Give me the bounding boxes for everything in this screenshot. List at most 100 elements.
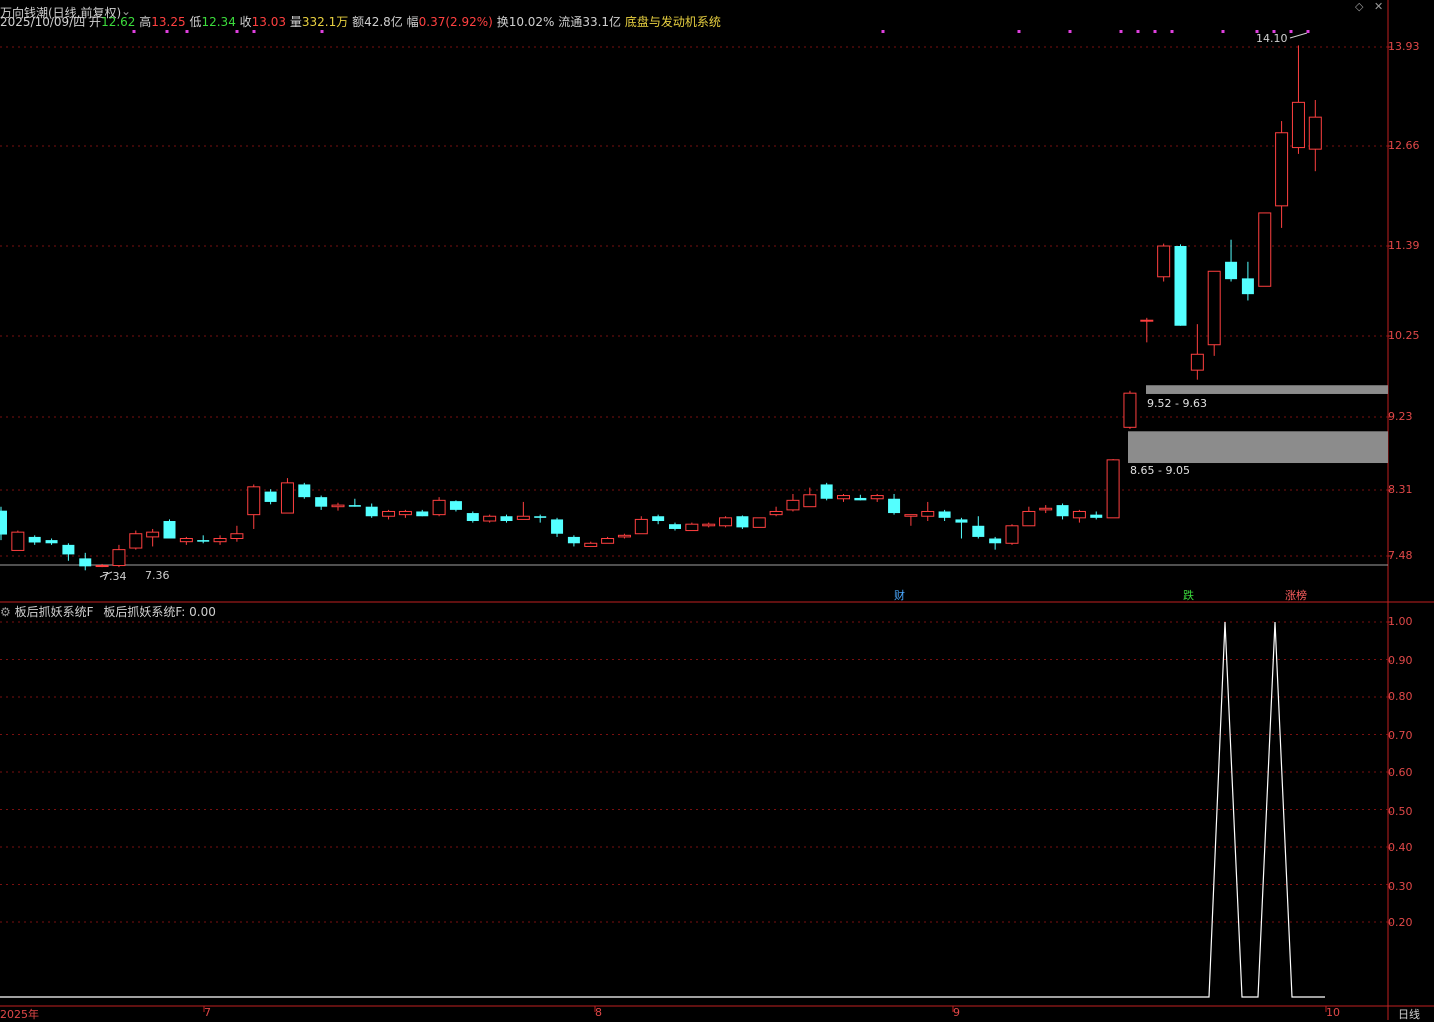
candle-body <box>634 518 648 535</box>
candle-body <box>752 517 766 528</box>
candle[interactable] <box>79 552 92 571</box>
candle[interactable] <box>1056 503 1069 520</box>
candle[interactable] <box>652 514 665 525</box>
candle[interactable] <box>617 533 631 539</box>
candle[interactable] <box>1241 261 1254 301</box>
candle[interactable] <box>888 493 901 515</box>
turnover-label: 换 <box>496 15 509 29</box>
candle[interactable] <box>1022 506 1036 527</box>
candle[interactable] <box>213 535 227 545</box>
candle[interactable] <box>112 544 126 568</box>
candle[interactable] <box>820 482 833 501</box>
candle[interactable] <box>1258 212 1272 287</box>
candle[interactable] <box>348 498 361 507</box>
candle[interactable] <box>1072 509 1086 523</box>
candle[interactable] <box>163 519 176 539</box>
candle[interactable] <box>1225 239 1238 282</box>
candle[interactable] <box>516 501 530 520</box>
candle[interactable] <box>1106 459 1120 519</box>
candle[interactable] <box>382 509 396 520</box>
candle[interactable] <box>1123 390 1137 429</box>
candle[interactable] <box>989 536 1002 550</box>
candle[interactable] <box>264 489 277 505</box>
candle[interactable] <box>247 484 261 529</box>
candle[interactable] <box>449 500 462 512</box>
candle[interactable] <box>483 514 497 523</box>
candle[interactable] <box>769 506 783 517</box>
candle[interactable] <box>938 509 951 522</box>
signal-dot <box>1153 30 1157 33</box>
candle-body <box>1308 116 1322 150</box>
candle[interactable] <box>972 516 985 539</box>
candle[interactable] <box>280 478 294 514</box>
candle[interactable] <box>1140 317 1154 343</box>
candle[interactable] <box>1157 243 1171 282</box>
candle[interactable] <box>432 497 446 517</box>
candle[interactable] <box>129 530 143 550</box>
indicator-tick: 0.70 <box>1388 729 1413 742</box>
candle[interactable] <box>870 493 884 502</box>
candle[interactable] <box>634 516 648 535</box>
candle[interactable] <box>466 511 479 523</box>
candle[interactable] <box>1174 244 1187 326</box>
close-icon[interactable]: ✕ <box>1374 0 1383 13</box>
candle[interactable] <box>904 514 918 526</box>
candle[interactable] <box>28 535 41 545</box>
candle[interactable] <box>230 525 244 542</box>
candlestick-series[interactable] <box>0 32 1322 578</box>
candle[interactable] <box>500 514 513 523</box>
candle[interactable] <box>398 509 412 518</box>
candle[interactable] <box>146 528 160 547</box>
candle[interactable] <box>736 515 749 529</box>
candle[interactable] <box>669 522 681 531</box>
candle[interactable] <box>534 514 547 523</box>
candle[interactable] <box>1005 524 1019 545</box>
chart-canvas[interactable] <box>0 0 1434 1020</box>
candle[interactable] <box>601 536 615 544</box>
candle[interactable] <box>1308 100 1322 172</box>
candle[interactable] <box>584 541 598 547</box>
candle[interactable] <box>179 536 193 545</box>
event-mark-drop[interactable]: 跌 <box>1183 587 1194 603</box>
high-label: 高 <box>139 15 152 29</box>
candle[interactable] <box>331 502 345 511</box>
candle[interactable] <box>0 506 7 541</box>
candle[interactable] <box>1039 505 1053 514</box>
diamond-icon[interactable]: ◇ <box>1355 0 1363 13</box>
candle[interactable] <box>1090 511 1103 520</box>
candle[interactable] <box>702 522 716 528</box>
candle[interactable] <box>719 516 733 528</box>
candle-body <box>617 534 631 538</box>
low-value: 12.34 <box>201 15 236 29</box>
event-mark-finance[interactable]: 财 <box>894 587 905 603</box>
candle-body <box>1207 270 1221 346</box>
candle-body <box>955 519 968 523</box>
candle[interactable] <box>551 517 564 537</box>
candle[interactable] <box>45 538 58 545</box>
candle[interactable] <box>854 494 867 501</box>
event-mark-limit-list[interactable]: 涨榜 <box>1285 587 1307 603</box>
settings-icon[interactable]: ⚙ <box>0 605 11 619</box>
candle[interactable] <box>95 563 109 568</box>
candle[interactable] <box>1190 324 1204 380</box>
candle[interactable] <box>365 503 378 518</box>
candle[interactable] <box>298 482 311 499</box>
candle[interactable] <box>315 495 328 510</box>
candle[interactable] <box>786 493 800 512</box>
indicator-name[interactable]: 板后抓妖系统F <box>15 605 94 619</box>
candle[interactable] <box>197 535 210 544</box>
candle[interactable] <box>955 517 968 539</box>
candle[interactable] <box>921 501 935 522</box>
system-name[interactable]: 底盘与发动机系统 <box>625 15 721 29</box>
candle[interactable] <box>62 543 75 561</box>
candle[interactable] <box>1291 45 1305 154</box>
candle[interactable] <box>752 517 766 528</box>
candle[interactable] <box>685 522 699 532</box>
candle[interactable] <box>1207 270 1221 356</box>
candle[interactable] <box>837 493 850 502</box>
candle[interactable] <box>1275 121 1289 228</box>
candle[interactable] <box>11 530 25 551</box>
candle-body <box>567 536 580 544</box>
candle[interactable] <box>416 509 429 517</box>
candle[interactable] <box>567 535 580 547</box>
